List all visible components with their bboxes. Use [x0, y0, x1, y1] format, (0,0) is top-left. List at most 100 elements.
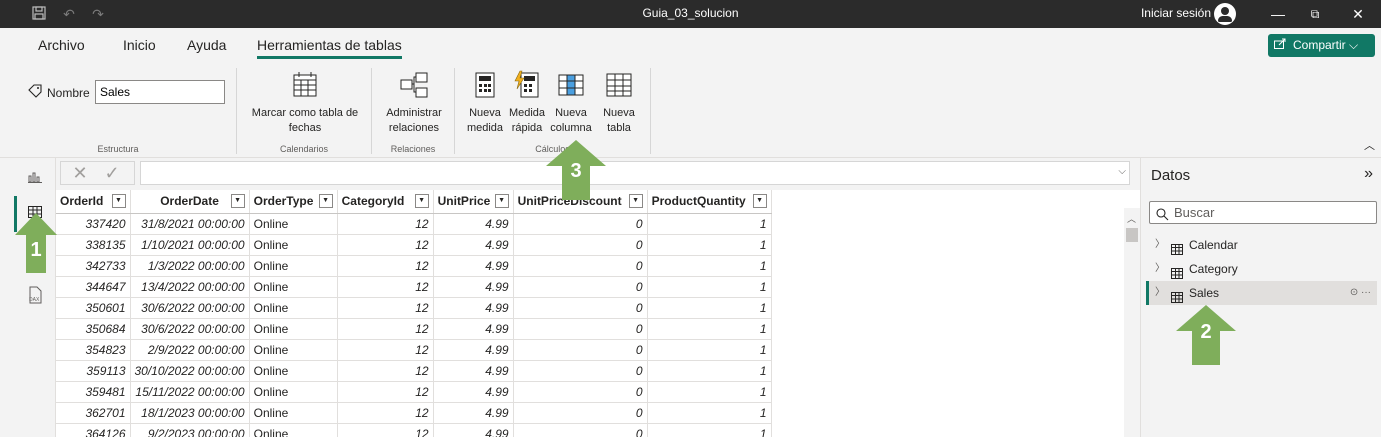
table-cell[interactable]: 30/10/2022 00:00:00 — [130, 360, 250, 382]
filter-dropdown-icon[interactable]: ▼ — [318, 194, 333, 208]
table-cell[interactable]: 12 — [337, 213, 434, 235]
column-header[interactable]: UnitPrice ▼ — [433, 190, 514, 214]
scroll-up-icon[interactable]: ︿ — [1127, 212, 1136, 225]
table-cell[interactable]: 0 — [513, 213, 648, 235]
table-cell[interactable]: 344647 — [56, 276, 131, 298]
table-cell[interactable]: 1/10/2021 00:00:00 — [130, 234, 250, 256]
quick-measure-button[interactable]: Medida rápida — [507, 70, 547, 136]
table-cell[interactable]: 350684 — [56, 318, 131, 340]
table-cell[interactable]: 1 — [647, 213, 772, 235]
table-cell[interactable]: 354823 — [56, 339, 131, 361]
table-cell[interactable]: 1 — [647, 234, 772, 256]
table-cell[interactable]: 12 — [337, 234, 434, 256]
table-cell[interactable]: 359481 — [56, 381, 131, 403]
table-cell[interactable]: 1 — [647, 360, 772, 382]
table-cell[interactable]: 12 — [337, 339, 434, 361]
table-row[interactable]: 337420 31/8/2021 00:00:00 Online 12 4.99 0 1 — [56, 213, 772, 235]
mark-as-date-table-button[interactable]: Marcar como tabla de fechas — [245, 70, 365, 136]
scroll-thumb[interactable] — [1126, 228, 1138, 242]
table-cell[interactable]: Online — [249, 276, 338, 298]
search-input[interactable]: Buscar — [1149, 201, 1377, 224]
restore-button[interactable]: ⧉ — [1300, 4, 1330, 24]
table-cell[interactable]: 4.99 — [433, 402, 514, 424]
new-table-button[interactable]: Nueva tabla — [597, 70, 641, 136]
table-name-input[interactable] — [95, 80, 225, 104]
table-cell[interactable]: 0 — [513, 297, 648, 319]
table-cell[interactable]: 12 — [337, 360, 434, 382]
table-cell[interactable]: 1 — [647, 297, 772, 319]
table-row[interactable]: 354823 2/9/2022 00:00:00 Online 12 4.99 0 1 — [56, 339, 772, 361]
table-cell[interactable]: 359113 — [56, 360, 131, 382]
table-cell[interactable]: 12 — [337, 402, 434, 424]
table-cell[interactable]: 4.99 — [433, 360, 514, 382]
table-cell[interactable]: 4.99 — [433, 234, 514, 256]
table-row[interactable]: 359113 30/10/2022 00:00:00 Online 12 4.99 0 1 — [56, 360, 772, 382]
table-cell[interactable]: 12 — [337, 276, 434, 298]
table-cell[interactable]: 4.99 — [433, 276, 514, 298]
table-cell[interactable]: Online — [249, 381, 338, 403]
filter-dropdown-icon[interactable]: ▼ — [230, 194, 245, 208]
commit-formula-icon[interactable]: ✓ — [101, 162, 123, 184]
table-cell[interactable]: 15/11/2022 00:00:00 — [130, 381, 250, 403]
table-row[interactable]: 344647 13/4/2022 00:00:00 Online 12 4.99 0 1 — [56, 276, 772, 298]
table-row[interactable]: 350601 30/6/2022 00:00:00 Online 12 4.99 0 1 — [56, 297, 772, 319]
dax-query-view-icon[interactable]: DAX — [25, 286, 45, 306]
table-cell[interactable]: 12 — [337, 423, 434, 437]
table-cell[interactable]: Online — [249, 297, 338, 319]
table-cell[interactable]: 0 — [513, 423, 648, 437]
filter-dropdown-icon[interactable]: ▼ — [628, 194, 643, 208]
new-column-button[interactable]: Nueva columna — [547, 70, 595, 136]
table-cell[interactable]: 18/1/2023 00:00:00 — [130, 402, 250, 424]
column-header[interactable]: ProductQuantity ▼ — [647, 190, 772, 214]
share-button[interactable]: Compartir ⌵ — [1268, 34, 1375, 57]
table-cell[interactable]: 4.99 — [433, 255, 514, 277]
table-cell[interactable]: 338135 — [56, 234, 131, 256]
report-view-icon[interactable] — [25, 168, 45, 188]
table-cell[interactable]: 1 — [647, 276, 772, 298]
table-cell[interactable]: 342733 — [56, 255, 131, 277]
formula-input[interactable] — [140, 161, 1130, 185]
table-cell[interactable]: 1 — [647, 381, 772, 403]
table-cell[interactable]: 337420 — [56, 213, 131, 235]
avatar-icon[interactable] — [1214, 3, 1236, 25]
column-header[interactable]: OrderDate ▼ — [130, 190, 250, 214]
table-cell[interactable]: Online — [249, 255, 338, 277]
sign-in-link[interactable]: Iniciar sesión — [1141, 6, 1211, 20]
tab-ayuda[interactable]: Ayuda — [187, 37, 226, 53]
table-cell[interactable]: Online — [249, 360, 338, 382]
table-cell[interactable]: 9/2/2023 00:00:00 — [130, 423, 250, 437]
table-row[interactable]: 342733 1/3/2022 00:00:00 Online 12 4.99 0 1 — [56, 255, 772, 277]
table-cell[interactable]: 31/8/2021 00:00:00 — [130, 213, 250, 235]
chevron-right-icon[interactable]: 〉 — [1155, 257, 1165, 281]
table-cell[interactable]: 0 — [513, 402, 648, 424]
filter-dropdown-icon[interactable]: ▼ — [414, 194, 429, 208]
filter-dropdown-icon[interactable]: ▼ — [494, 194, 509, 208]
table-cell[interactable]: 0 — [513, 234, 648, 256]
table-cell[interactable]: 4.99 — [433, 318, 514, 340]
table-cell[interactable]: 1 — [647, 402, 772, 424]
table-cell[interactable]: 4.99 — [433, 339, 514, 361]
expand-formula-icon[interactable]: ⌵ — [1118, 166, 1126, 177]
table-cell[interactable]: 2/9/2022 00:00:00 — [130, 339, 250, 361]
vertical-scrollbar[interactable]: ︿ — [1124, 208, 1140, 437]
column-header[interactable]: OrderId ▼ — [56, 190, 131, 214]
filter-dropdown-icon[interactable]: ▼ — [111, 194, 126, 208]
table-cell[interactable]: Online — [249, 213, 338, 235]
table-cell[interactable]: 0 — [513, 318, 648, 340]
table-cell[interactable]: 4.99 — [433, 381, 514, 403]
table-cell[interactable]: 1 — [647, 318, 772, 340]
table-cell[interactable]: Online — [249, 423, 338, 437]
table-cell[interactable]: Online — [249, 402, 338, 424]
table-cell[interactable]: 1 — [647, 339, 772, 361]
table-row[interactable]: 350684 30/6/2022 00:00:00 Online 12 4.99 0 1 — [56, 318, 772, 340]
table-cell[interactable]: 0 — [513, 381, 648, 403]
column-header[interactable]: CategoryId ▼ — [337, 190, 434, 214]
table-cell[interactable]: 12 — [337, 297, 434, 319]
table-cell[interactable]: Online — [249, 339, 338, 361]
tab-inicio[interactable]: Inicio — [123, 37, 156, 53]
chevron-right-icon[interactable]: 〉 — [1155, 281, 1165, 305]
table-item-category[interactable]: 〉 Category — [1149, 257, 1377, 281]
table-cell[interactable]: 12 — [337, 381, 434, 403]
table-item-sales[interactable]: 〉 Sales ⊙ ··· — [1149, 281, 1377, 305]
table-cell[interactable]: 364126 — [56, 423, 131, 437]
